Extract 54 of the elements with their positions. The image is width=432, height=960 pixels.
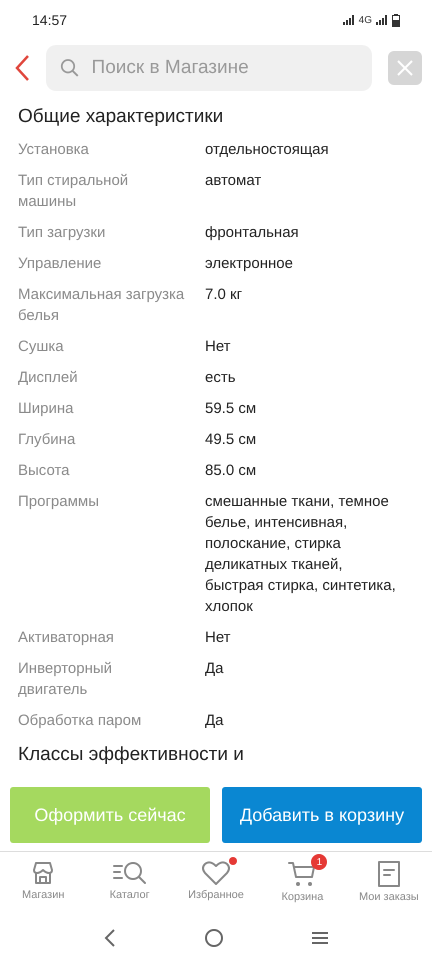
spec-value: есть xyxy=(205,368,237,388)
back-icon[interactable] xyxy=(103,928,118,948)
cart-icon xyxy=(287,860,318,888)
spec-value: Нет xyxy=(205,337,232,357)
cart-count-badge: 1 xyxy=(311,854,328,870)
spec-label: Установка xyxy=(18,140,90,160)
spec-value: Да xyxy=(205,659,225,679)
nav-tab[interactable]: Магазин xyxy=(0,852,86,916)
spec-value: Да xyxy=(205,711,225,731)
close-icon xyxy=(396,59,414,77)
spec-label: Обработка паром xyxy=(18,711,142,731)
menu-icon[interactable] xyxy=(310,930,329,946)
spec-label: Дисплей xyxy=(18,368,79,388)
spec-value: 85.0 см xyxy=(205,461,258,481)
spec-label: Управление xyxy=(18,254,102,274)
catalog-search-icon xyxy=(112,860,148,886)
search-input[interactable]: Поиск в Магазине xyxy=(90,56,358,80)
home-icon[interactable] xyxy=(204,928,224,948)
nav-tab[interactable]: Избранное xyxy=(172,852,260,916)
status-time: 14:57 xyxy=(32,12,68,28)
spec-value: 59.5 см xyxy=(205,399,258,419)
section-title: Классы эффективности и xyxy=(18,743,245,766)
spec-label: Активаторная xyxy=(18,628,115,648)
signal-icon xyxy=(342,15,355,25)
back-button[interactable] xyxy=(14,54,30,82)
search-bar[interactable]: Поиск в Магазине xyxy=(46,45,372,91)
spec-value: Нет xyxy=(205,628,232,648)
spec-label: Программы xyxy=(18,492,100,512)
nav-tab[interactable]: 1 Корзина xyxy=(259,852,346,916)
add-to-cart-button[interactable]: Добавить в корзину xyxy=(222,787,422,843)
search-icon xyxy=(60,57,80,79)
spec-label: Высота xyxy=(18,461,71,481)
signal-icon xyxy=(376,15,388,25)
spec-value: 49.5 см xyxy=(205,430,258,450)
nav-tab[interactable]: Мои заказы xyxy=(346,852,432,916)
spec-label: Сушка xyxy=(18,337,65,357)
spec-value: автомат xyxy=(205,171,262,191)
battery-icon xyxy=(392,14,400,26)
spec-value: смешанные ткани, темное белье, интенсивная, полоскание, стирка деликатных тканей, быстрая стирка, синтетика, хлопок xyxy=(205,492,397,617)
spec-label: Ширина xyxy=(18,399,74,419)
spec-value: отдельностоящая xyxy=(205,140,330,160)
spec-label: Тип загрузки xyxy=(18,223,106,243)
spec-value: фронтальная xyxy=(205,223,300,243)
spec-label: Глубина xyxy=(18,430,76,450)
heart-icon xyxy=(201,860,232,886)
nav-tab[interactable]: Каталог xyxy=(86,852,173,916)
spec-value: электронное xyxy=(205,254,294,274)
spec-label: Тип стиральной машины xyxy=(18,171,130,212)
network-type: 4G xyxy=(358,14,372,26)
spec-value: 7.0 кг xyxy=(205,285,244,305)
section-title: Общие характеристики xyxy=(18,105,224,129)
spec-label: Инверторный двигатель xyxy=(18,659,114,700)
spec-label: Максимальная загрузка белья xyxy=(18,285,186,326)
document-icon xyxy=(376,860,402,888)
